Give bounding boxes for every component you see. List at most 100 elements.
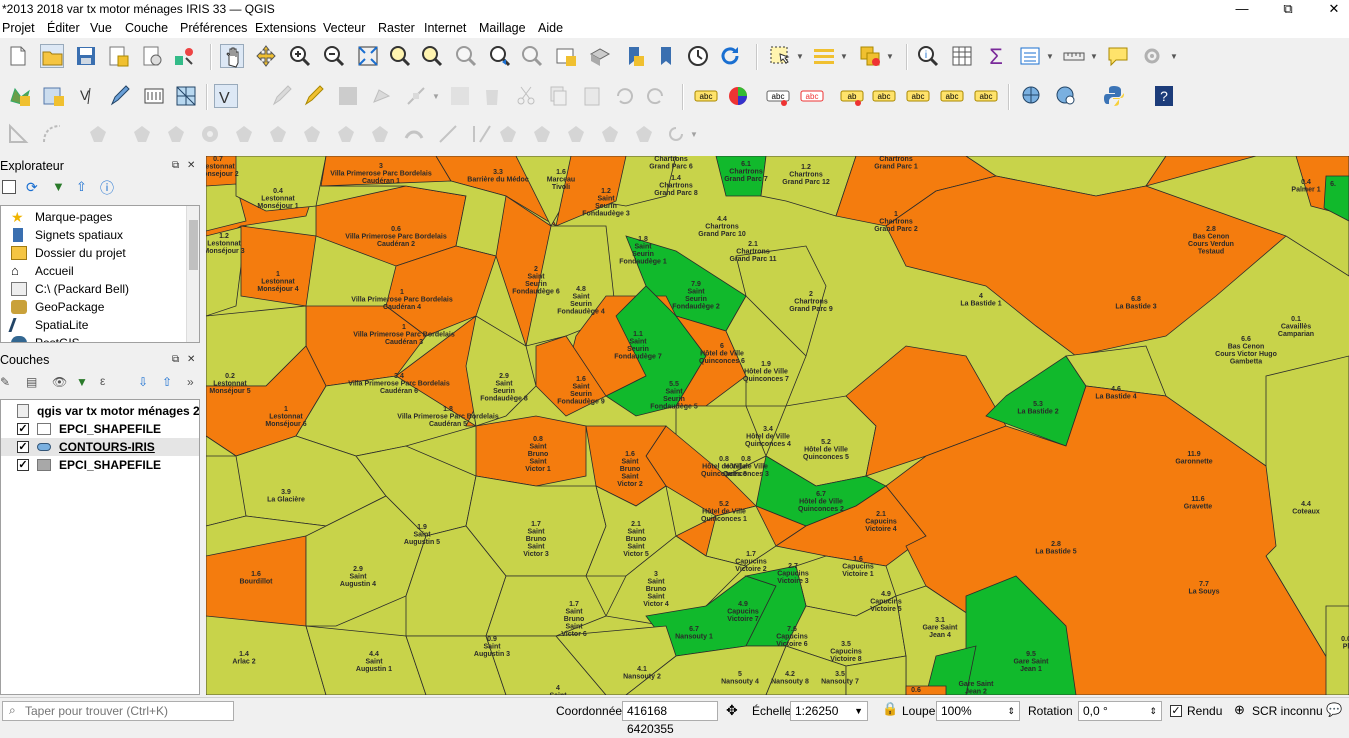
current-edits-icon[interactable]: V — [214, 84, 238, 108]
copy-icon[interactable] — [546, 84, 570, 108]
move-feature-icon[interactable] — [86, 122, 110, 146]
metasearch-search-icon[interactable] — [1054, 84, 1078, 108]
cut-icon[interactable] — [514, 84, 538, 108]
show-bookmarks-icon[interactable] — [654, 44, 678, 68]
new-print-layout-icon[interactable] — [106, 44, 130, 68]
diagram-options-icon[interactable] — [726, 84, 750, 108]
browser-item[interactable]: Dossier du projet — [1, 244, 199, 262]
style-paint-icon[interactable]: ✎ — [0, 375, 10, 389]
float-panel-icon[interactable]: ⧉ — [172, 160, 179, 171]
style-manager-icon[interactable] — [172, 44, 196, 68]
label-toolbar-icon[interactable]: abc — [694, 84, 718, 108]
filter-expression-icon[interactable]: ε — [100, 374, 105, 388]
add-ring-icon[interactable] — [198, 122, 222, 146]
menu-preferences[interactable]: Préférences — [180, 21, 247, 35]
chevron-down-icon[interactable]: ▼ — [886, 52, 894, 61]
layer-group[interactable]: qgis var tx motor ménages 20 — [1, 402, 199, 420]
zoom-to-selection-icon[interactable] — [388, 44, 412, 68]
add-part-icon[interactable] — [232, 122, 256, 146]
metasearch-icon[interactable] — [1020, 84, 1044, 108]
measure-line-icon[interactable] — [1062, 44, 1086, 68]
vertex-tool-icon[interactable] — [404, 84, 428, 108]
undo-icon[interactable] — [612, 84, 636, 108]
add-mesh-layer-icon[interactable] — [174, 84, 198, 108]
modify-attributes-icon[interactable] — [448, 84, 472, 108]
digitize-pen-icon[interactable] — [108, 84, 132, 108]
info-icon[interactable]: ⓘ — [100, 178, 114, 198]
paste-icon[interactable] — [580, 84, 604, 108]
render-checkbox[interactable]: ✓ — [1170, 705, 1182, 717]
new-map-view-icon[interactable] — [554, 44, 578, 68]
toolbox-icon[interactable] — [1018, 44, 1042, 68]
add-group-icon[interactable]: ▤ — [26, 375, 37, 389]
search-input[interactable] — [25, 703, 230, 719]
new-bookmark-icon[interactable] — [622, 44, 646, 68]
zoom-out-icon[interactable] — [322, 44, 346, 68]
statistics-sigma-icon[interactable]: Σ — [984, 44, 1008, 68]
show-hide-labels-icon[interactable]: abc — [872, 84, 896, 108]
change-label-icon[interactable]: abc — [974, 84, 998, 108]
refresh-icon[interactable] — [718, 44, 742, 68]
fill-ring-icon[interactable] — [266, 122, 290, 146]
save-edits-icon[interactable] — [336, 84, 360, 108]
close-panel-icon[interactable]: ✕ — [187, 160, 195, 171]
layer-visibility-checkbox[interactable]: ✓ — [17, 423, 29, 435]
browser-scrollbar[interactable] — [186, 206, 199, 342]
collapse-all-icon[interactable]: ⇧ — [76, 179, 87, 195]
locator-search[interactable]: ⌕ — [2, 701, 234, 721]
python-console-icon[interactable] — [1102, 84, 1126, 108]
browser-item[interactable]: ★ Marque-pages — [1, 208, 199, 226]
zoom-next-icon[interactable] — [520, 44, 544, 68]
deselect-all-icon[interactable] — [858, 44, 882, 68]
save-project-icon[interactable] — [74, 44, 98, 68]
offset-curve-icon[interactable] — [402, 122, 426, 146]
chevron-down-icon[interactable]: ▼ — [796, 52, 804, 61]
iris-polygon[interactable] — [240, 225, 317, 307]
delete-part-icon[interactable] — [334, 122, 358, 146]
simplify-feature-icon[interactable] — [164, 122, 188, 146]
edit-pencil-icon[interactable] — [302, 84, 326, 108]
filter-legend-icon[interactable]: ▼ — [76, 375, 88, 389]
coordinate-field[interactable]: 416168 6420355 — [622, 701, 718, 736]
crs-globe-icon[interactable]: ⊕ — [1234, 702, 1245, 718]
layout-manager-icon[interactable] — [140, 44, 164, 68]
gear-icon[interactable] — [1140, 44, 1164, 68]
chevron-down-icon[interactable]: ▼ — [1170, 52, 1178, 61]
toggle-extents-icon[interactable]: ✥ — [726, 702, 738, 719]
float-panel-icon[interactable]: ⧉ — [172, 354, 179, 365]
filter-icon[interactable]: ▼ — [52, 179, 65, 194]
spinner-icon[interactable]: ⇕ — [1149, 702, 1157, 720]
browser-item[interactable]: C:\ (Packard Bell) — [1, 280, 199, 298]
refresh-icon[interactable]: ⟳ — [26, 179, 38, 196]
menu-extensions[interactable]: Extensions — [255, 21, 316, 35]
add-vector-layer-icon[interactable] — [8, 84, 32, 108]
iris-polygon[interactable] — [1325, 605, 1349, 695]
pan-hand-icon[interactable] — [220, 44, 244, 68]
new-project-icon[interactable] — [6, 44, 30, 68]
layer-item[interactable]: ✓ EPCI_SHAPEFILE — [1, 420, 199, 438]
zoom-last-icon[interactable] — [488, 44, 512, 68]
manage-visibility-icon[interactable]: 👁 — [52, 375, 67, 389]
messages-icon[interactable]: 💬 — [1326, 702, 1342, 718]
map-canvas[interactable]: 0.7LestonnatMonsejour 23Villa Primerose … — [206, 156, 1349, 695]
rotation-field[interactable]: 0,0 ° ⇕ — [1078, 701, 1162, 721]
show-unplaced-labels-icon[interactable]: abc — [800, 84, 824, 108]
trim-extend-icon[interactable] — [470, 122, 494, 146]
select-by-expression-icon[interactable] — [812, 44, 836, 68]
menu-vecteur[interactable]: Vecteur — [323, 21, 365, 35]
add-selected-icon[interactable] — [2, 180, 16, 194]
iris-polygon[interactable] — [485, 575, 607, 637]
browser-item[interactable]: Signets spatiaux — [1, 226, 199, 244]
chevron-down-icon[interactable]: ▼ — [432, 92, 440, 101]
close-button[interactable]: ✕ — [1311, 0, 1349, 20]
help-icon[interactable]: ? — [1152, 84, 1176, 108]
redo-icon[interactable] — [644, 84, 668, 108]
rotate-symbol-icon[interactable] — [632, 122, 656, 146]
zoom-in-icon[interactable] — [288, 44, 312, 68]
map-tips-icon[interactable] — [1106, 44, 1130, 68]
pin-labels-icon[interactable]: ab — [840, 84, 864, 108]
menu-internet[interactable]: Internet — [424, 21, 466, 35]
browser-item[interactable]: PostGIS — [1, 334, 199, 342]
merge-features-icon[interactable] — [564, 122, 588, 146]
menu-vue[interactable]: Vue — [90, 21, 112, 35]
